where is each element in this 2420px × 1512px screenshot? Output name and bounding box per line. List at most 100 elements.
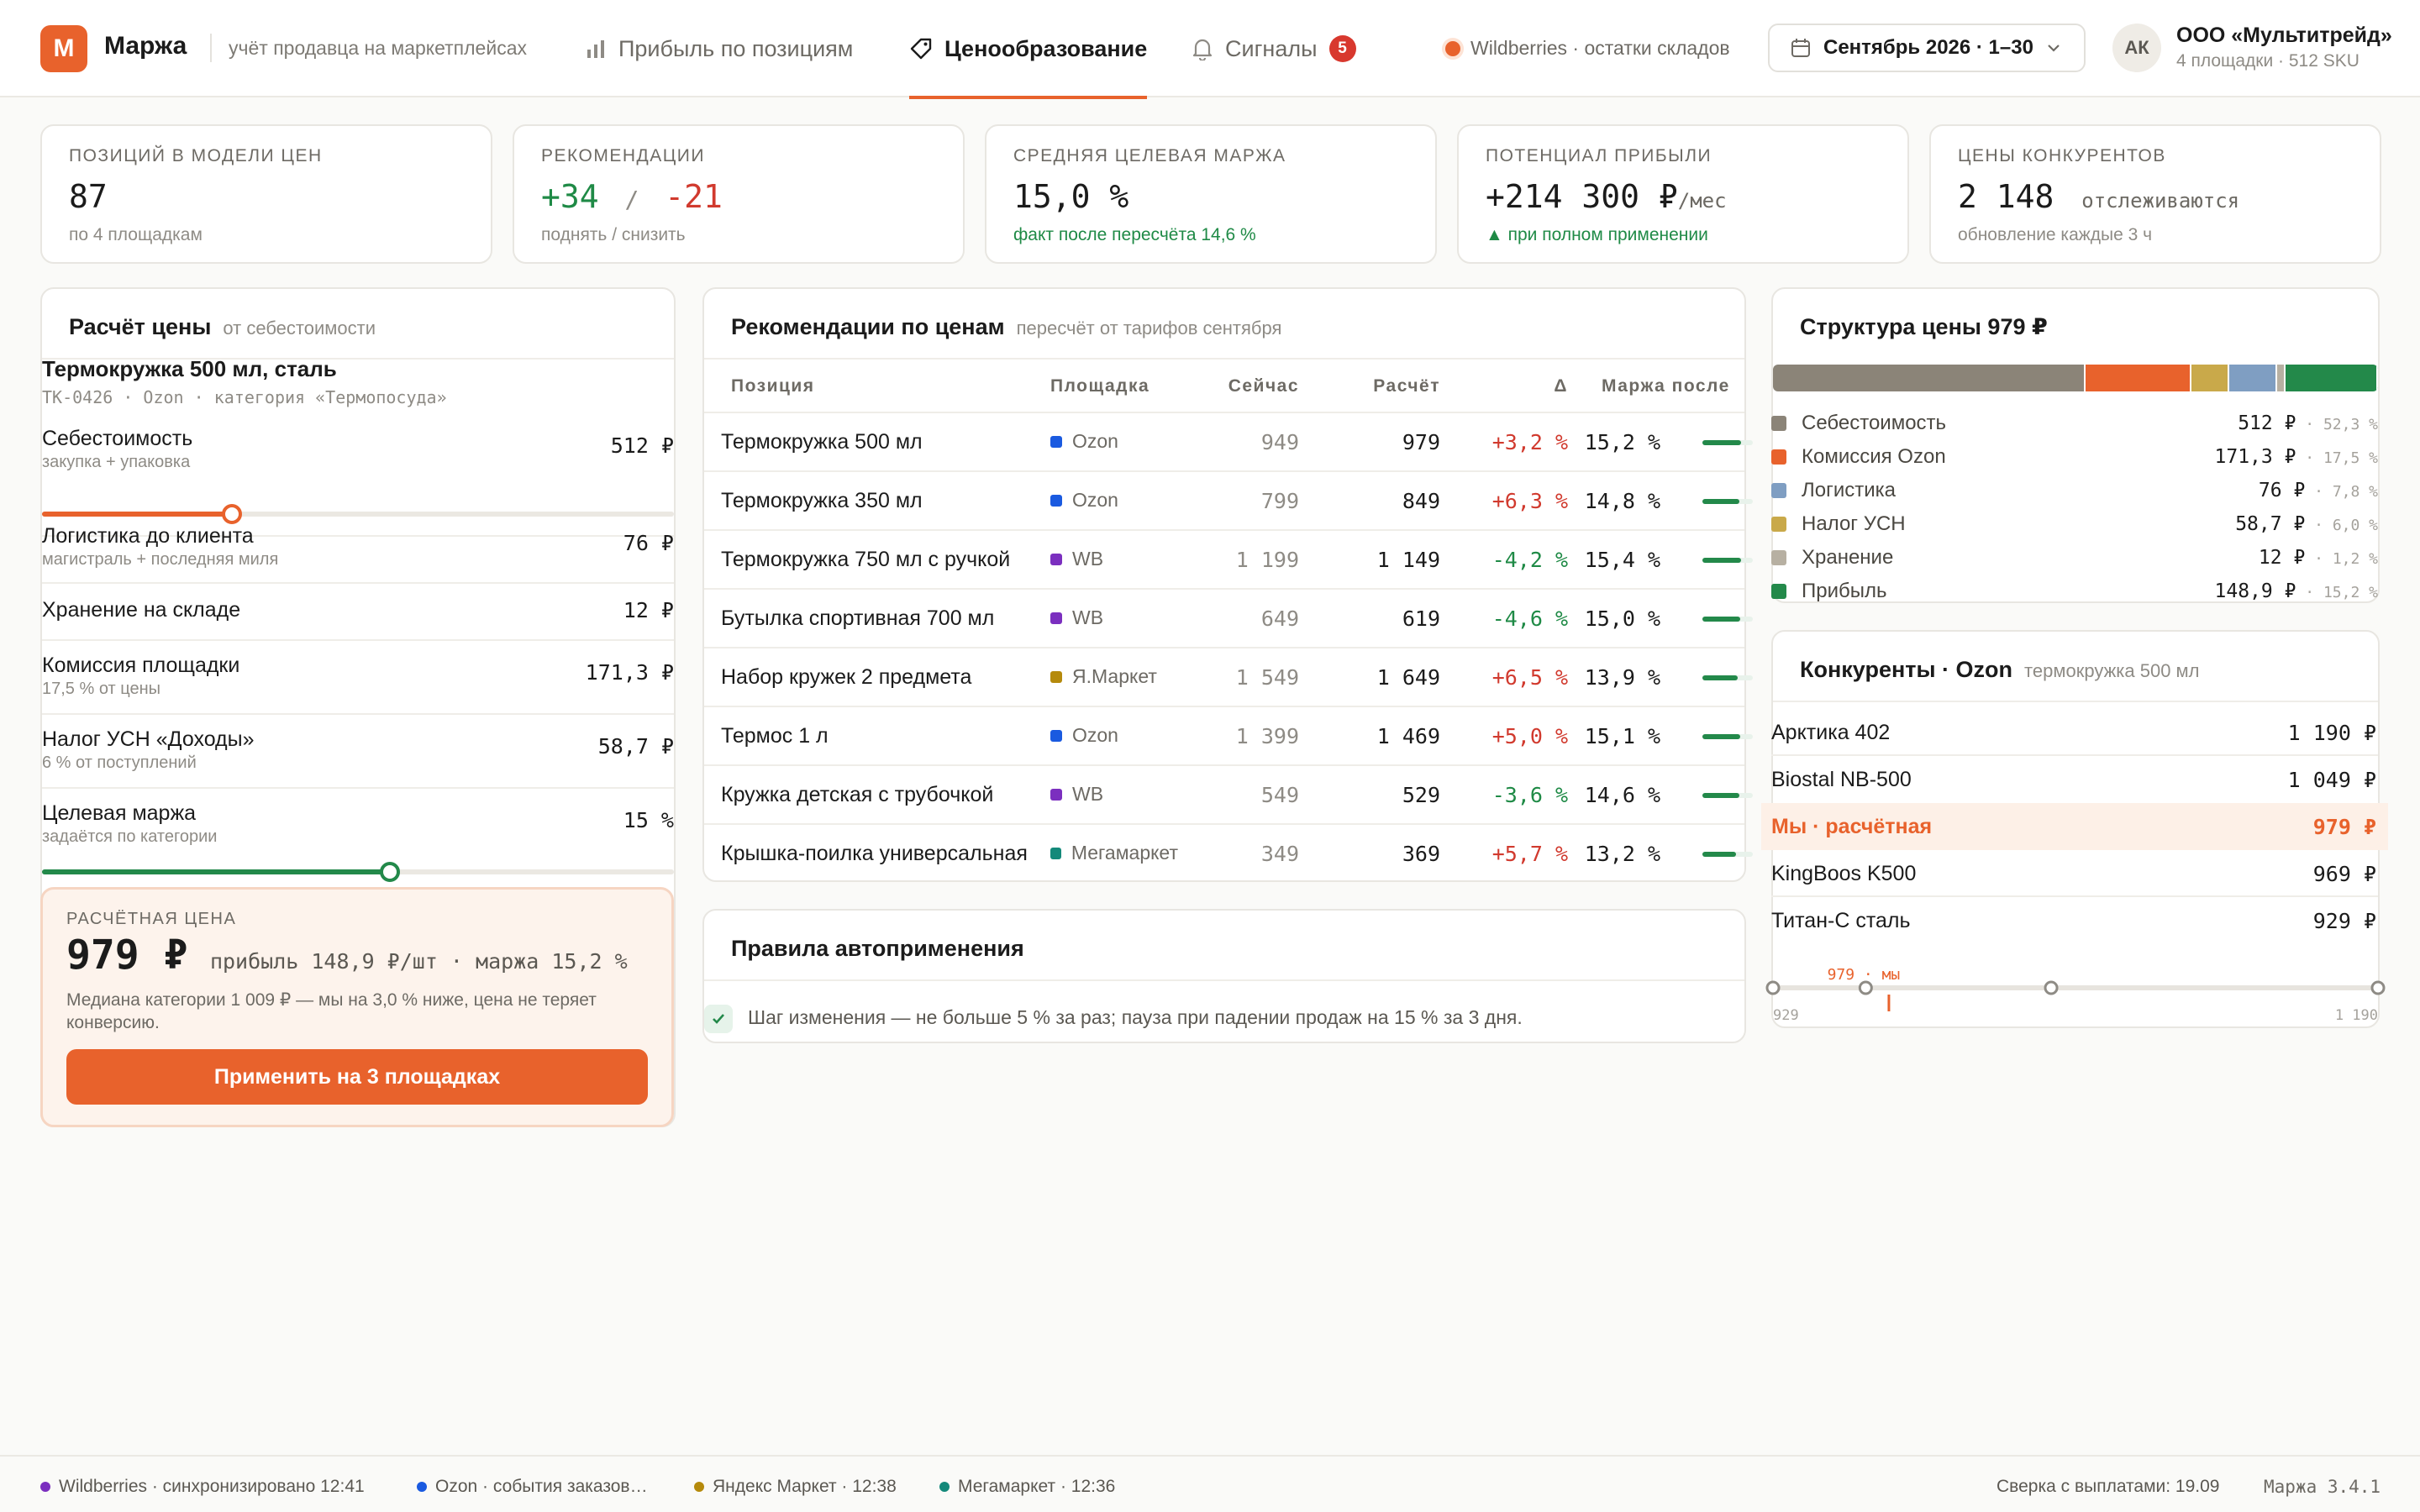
sync-source-status[interactable]: Яндекс Маркет · 12:38 xyxy=(694,1477,897,1497)
table-row[interactable]: Термокружка 500 мл Ozon 949 979 +3,2 % 15,2 % xyxy=(704,412,1753,470)
legend-value: 148,9 ₽ xyxy=(2214,580,2296,602)
row-platform: WB xyxy=(1050,606,1178,629)
competitor-name: KingBoos K500 xyxy=(1771,861,1917,885)
kpi-card-profit-potential: Потенциал прибыли +214 300 ₽/мес ▲ при п… xyxy=(1457,124,1909,264)
row-margin-after: 13,9 % xyxy=(1584,665,1660,690)
avatar[interactable]: АК xyxy=(2112,24,2161,72)
col-header-delta[interactable]: Δ xyxy=(1512,376,1568,396)
margin-bar-track xyxy=(1702,793,1753,798)
table-row[interactable]: Бутылка спортивная 700 мл WB 649 619 -4,6 % 1… xyxy=(704,588,1753,647)
calc-row-value: 512 ₽ xyxy=(610,433,674,458)
calc-row-hint: 6 % от поступлений xyxy=(42,753,197,772)
competitor-row[interactable]: Титан-С сталь 929 ₽ xyxy=(1771,897,2378,944)
table-row[interactable]: Термокружка 350 мл Ozon 799 849 +6,3 % 14,8 % xyxy=(704,470,1753,529)
calc-row-hint: задаётся по категории xyxy=(42,827,218,846)
source-dot-icon xyxy=(939,1482,950,1492)
competitor-price: 929 ₽ xyxy=(2312,908,2376,933)
table-row[interactable]: Термокружка 750 мл с ручкой WB 1 199 1 149 -… xyxy=(704,529,1753,588)
legend-swatch xyxy=(1771,416,1786,431)
tab-pricing[interactable]: Ценообразование xyxy=(909,0,1148,99)
competitor-scale-point xyxy=(2044,980,2059,995)
competitors-subtitle: термокружка 500 мл xyxy=(2024,660,2200,681)
app-name: Маржа xyxy=(104,32,187,60)
legend-separator: · xyxy=(2296,584,2323,601)
period-label: Сентябрь 2026 · 1–30 xyxy=(1823,36,2033,59)
kpi-card-recommendations: Рекомендации +34 / -21 поднять / снизить xyxy=(513,124,965,264)
row-current-price: 1 399 xyxy=(1235,724,1299,748)
auto-rules-panel: Правила автоприменения Шаг изменения — н… xyxy=(702,909,1746,1043)
calc-subtitle: от себестоимости xyxy=(223,318,376,339)
apply-button[interactable]: Применить на 3 площадках xyxy=(66,1049,648,1105)
col-header-now[interactable]: Сейчас xyxy=(1210,376,1299,396)
rule-checkbox[interactable] xyxy=(704,1005,733,1033)
calc-row-value: 171,3 ₽ xyxy=(585,660,674,685)
calc-row-value: 15 % xyxy=(623,808,674,832)
rules-title: Правила автоприменения xyxy=(731,936,1024,961)
row-current-price: 549 xyxy=(1260,783,1299,807)
row-item-name: Термокружка 750 мл с ручкой xyxy=(721,548,1011,571)
platform-label: WB xyxy=(1072,548,1104,570)
col-header-platform[interactable]: Площадка xyxy=(1050,376,1150,396)
panel-title: Расчёт цены от себестоимости xyxy=(69,314,376,340)
legend-item: Прибыль 148,9 ₽ · 15,2 % xyxy=(1771,575,2378,608)
slider-handle[interactable] xyxy=(221,504,242,524)
price-tag-icon xyxy=(910,38,932,60)
row-current-price: 1 199 xyxy=(1235,548,1299,572)
company-switcher[interactable]: ООО «Мультитрейд» 4 площадки · 512 SKU xyxy=(2176,24,2392,71)
tab-profit-by-items[interactable]: Прибыль по позициям xyxy=(585,0,853,97)
divider xyxy=(704,979,1744,981)
table-row[interactable]: Набор кружек 2 предмета Я.Маркет 1 549 1 64… xyxy=(704,647,1753,706)
calc-row-name: Комиссия площадки xyxy=(42,654,240,677)
competitor-name: Титан-С сталь xyxy=(1771,908,1911,932)
margin-slider[interactable] xyxy=(42,862,674,882)
bell-icon xyxy=(1192,39,1213,60)
row-item-name: Набор кружек 2 предмета xyxy=(721,665,972,689)
row-delta: +6,3 % xyxy=(1491,489,1568,513)
col-header-margin-after[interactable]: Маржа после xyxy=(1602,376,1730,396)
legend-value-group: 12 ₽ · 1,2 % xyxy=(2259,547,2378,569)
slider-handle[interactable] xyxy=(379,862,400,882)
col-header-calc[interactable]: Расчёт xyxy=(1344,376,1440,396)
competitor-row[interactable]: KingBoos K500 969 ₽ xyxy=(1771,850,2378,897)
structure-segment xyxy=(2228,365,2277,391)
cost-slider[interactable] xyxy=(42,504,674,524)
sync-source-status[interactable]: Ozon · события заказов… xyxy=(417,1477,648,1497)
table-row[interactable]: Крышка-поилка универсальная Мегамаркет 349… xyxy=(704,823,1753,882)
competitor-row[interactable]: Biostal NB-500 1 049 ₽ xyxy=(1771,756,2378,803)
source-dot-icon xyxy=(417,1482,427,1492)
competitor-price: 979 ₽ xyxy=(2312,814,2376,839)
tab-signals[interactable]: Сигналы 5 xyxy=(1192,0,1356,97)
result-line: 979 ₽ прибыль 148,9 ₽/шт · маржа 15,2 % xyxy=(66,932,628,979)
panel-title: Конкуренты · Ozon термокружка 500 мл xyxy=(1800,657,2200,683)
kpi-value: +214 300 ₽/мес xyxy=(1486,178,1881,215)
legend-name: Хранение xyxy=(1802,546,1894,569)
divider xyxy=(42,639,674,641)
table-row[interactable]: Термос 1 л Ozon 1 399 1 469 +5,0 % 15,1 % xyxy=(704,706,1753,764)
period-select[interactable]: Сентябрь 2026 · 1–30 xyxy=(1768,24,2086,72)
legend-item: Комиссия Ozon 171,3 ₽ · 17,5 % xyxy=(1771,440,2378,474)
calc-row-cost: Себестоимость закупка + упаковка 512 ₽ xyxy=(42,427,674,524)
app-logo[interactable]: М xyxy=(40,25,87,72)
row-margin-after: 15,2 % xyxy=(1584,430,1660,454)
kpi-suffix: отслеживаются xyxy=(2081,189,2240,213)
platform-label: Ozon xyxy=(1072,430,1118,452)
table-row[interactable]: Кружка детская с трубочкой WB 549 529 -3,6 %… xyxy=(704,764,1753,823)
sync-source-status[interactable]: Мегамаркет · 12:36 xyxy=(939,1477,1115,1497)
margin-bar-track xyxy=(1702,440,1753,445)
row-margin-after: 15,1 % xyxy=(1584,724,1660,748)
col-header-item[interactable]: Позиция xyxy=(731,376,815,396)
row-calc-price: 1 649 xyxy=(1376,665,1440,690)
calc-row-hint: закупка + упаковка xyxy=(42,453,191,471)
legend-item: Налог УСН 58,7 ₽ · 6,0 % xyxy=(1771,507,2378,541)
sync-source-status[interactable]: Wildberries · синхронизировано 12:41 xyxy=(40,1477,365,1497)
sync-status[interactable]: Wildberries · остатки складов xyxy=(1445,37,1730,60)
chevron-down-icon xyxy=(2048,45,2060,52)
margin-bar-track xyxy=(1702,734,1753,739)
competitor-row[interactable]: Арктика 402 1 190 ₽ xyxy=(1771,709,2378,756)
row-calc-price: 619 xyxy=(1402,606,1440,631)
competitor-row-ours[interactable]: Мы · расчётная 979 ₽ xyxy=(1761,803,2388,850)
row-calc-price: 1 149 xyxy=(1376,548,1440,572)
calc-product: Термокружка 500 мл, сталь ТК-0426 · Ozon… xyxy=(42,356,674,407)
row-item-name: Крышка-поилка универсальная xyxy=(721,842,1028,865)
row-platform: Ozon xyxy=(1050,430,1178,453)
